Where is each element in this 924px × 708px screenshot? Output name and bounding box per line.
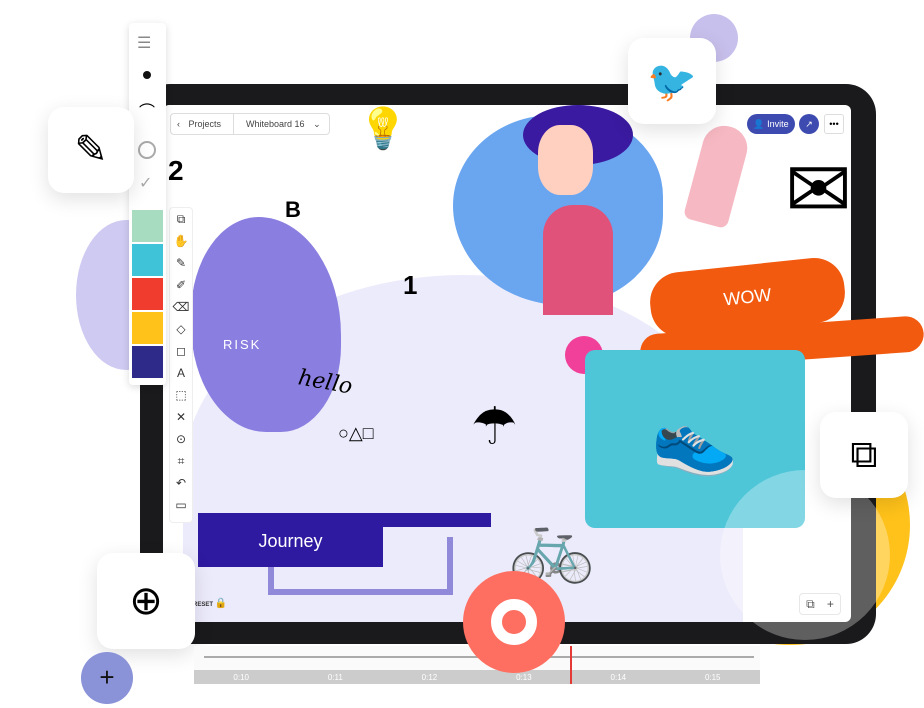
wow-text: WOW	[722, 284, 773, 310]
texture-icon[interactable]	[138, 141, 156, 159]
reset-control[interactable]: RESET 🔒	[193, 598, 227, 609]
banner-stripe	[198, 513, 491, 527]
swatch-teal[interactable]	[132, 244, 163, 276]
menu-icon[interactable]: ☰	[137, 33, 151, 53]
tick-label: 0:11	[327, 672, 343, 682]
back-button[interactable]: ‹ Projects	[171, 114, 235, 134]
woman-figure	[543, 205, 613, 315]
plus-circle: +	[81, 652, 133, 704]
swatch-yellow[interactable]	[132, 312, 163, 344]
purple-shape	[191, 217, 341, 432]
user-add-icon: 👤	[753, 118, 768, 129]
swatch-red[interactable]	[132, 278, 163, 310]
pencil-tool-icon[interactable]: ✎	[170, 252, 192, 274]
lightbulb-icon: 💡	[358, 107, 408, 151]
tick-label: 0:15	[704, 672, 721, 682]
stroke-icon[interactable]: ⌒	[139, 98, 155, 122]
select-tool-icon[interactable]: ⬚	[170, 384, 192, 406]
color-palette: ☰ ⌒ ✓	[129, 23, 166, 385]
swatch-mint[interactable]	[132, 210, 163, 242]
project-nav[interactable]: ‹ Projects Whiteboard 16 ⌄	[170, 113, 330, 135]
tick-label: 0:12	[421, 672, 438, 682]
shapes-card[interactable]: ⧉	[820, 412, 908, 498]
tick-label: 0:14	[610, 672, 627, 682]
zoom-in-icon: ⊕	[129, 579, 163, 623]
undo-tool-icon[interactable]: ↶	[170, 472, 192, 494]
eraser-tool-icon[interactable]: ⌫	[170, 296, 192, 318]
bicycle-icon: 🚲	[508, 506, 596, 584]
check-icon[interactable]: ✓	[139, 173, 152, 193]
reset-label[interactable]: RESET	[193, 602, 213, 608]
doodle-risk: RISK	[223, 337, 262, 352]
more-button[interactable]: •••	[824, 114, 844, 134]
tool-toolbar: ⧉ ✋ ✎ ✐ ⌫ ◇ ◻ A ⬚ ✕ ⊙ ⌗ ↶ ▭	[169, 207, 193, 523]
clear-tool-icon[interactable]: ✕	[170, 406, 192, 428]
crop-tool-icon[interactable]: ⌗	[170, 450, 192, 472]
doodle-one: 1	[403, 270, 418, 300]
back-label: Projects	[188, 119, 222, 129]
board-title-dropdown[interactable]: Whiteboard 16 ⌄	[234, 119, 327, 130]
hand-tool-icon[interactable]: ✋	[170, 230, 192, 252]
dot-size-icon[interactable]	[143, 71, 151, 79]
record-icon	[491, 599, 537, 645]
add-page-tool-icon[interactable]: ⧉	[170, 208, 192, 230]
zoom-card[interactable]: ⊕	[97, 553, 195, 649]
fill-tool-icon[interactable]: ◇	[170, 318, 192, 340]
bird-icon: 🐦	[647, 59, 697, 104]
tick-label: 0:13	[516, 672, 532, 682]
record-button[interactable]	[463, 571, 565, 673]
tick-label: 0:10	[233, 672, 249, 682]
doodle-b: B	[285, 197, 301, 222]
bird-card[interactable]: 🐦	[628, 38, 716, 124]
laser-tool-icon[interactable]: ⊙	[170, 428, 192, 450]
playhead[interactable]	[570, 646, 572, 684]
marker-tool-icon[interactable]: ✐	[170, 274, 192, 296]
invite-label: Invite	[767, 119, 789, 129]
pencil-icon: ✎	[74, 128, 108, 172]
swatch-navy[interactable]	[132, 346, 163, 378]
invite-button[interactable]: 👤 Invite	[747, 114, 795, 134]
umbrella-icon: ☂	[471, 398, 518, 456]
text-tool-icon[interactable]: A	[170, 362, 192, 384]
fullscreen-tool-icon[interactable]: ▭	[170, 494, 192, 516]
shape-tool-icon[interactable]: ◻	[170, 340, 192, 362]
envelope-icon: ✉	[785, 145, 853, 234]
woman-face	[538, 125, 593, 195]
timeline-ticks: 0:10 0:11 0:12 0:13 0:14 0:15	[194, 670, 760, 684]
doodle-two: 2	[168, 155, 184, 186]
share-icon: ↗	[805, 118, 813, 129]
pencil-card[interactable]: ✎	[48, 107, 134, 193]
board-title: Whiteboard 16	[246, 118, 305, 129]
lock-icon[interactable]: 🔒	[215, 598, 227, 609]
share-button[interactable]: ↗	[799, 114, 819, 134]
shapes-icon: ⧉	[850, 433, 878, 476]
shapes-doodle: ○△□	[338, 423, 374, 443]
